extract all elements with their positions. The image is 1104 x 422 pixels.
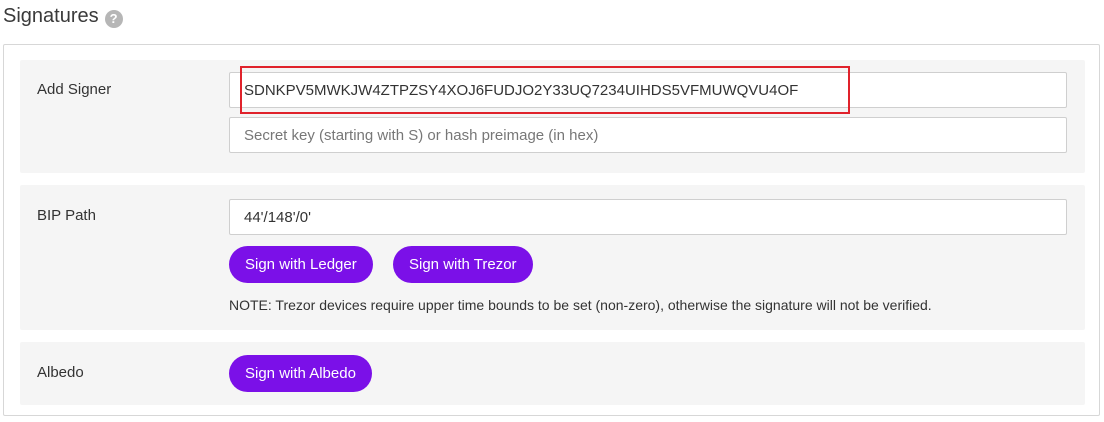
sign-with-ledger-button[interactable]: Sign with Ledger (229, 246, 373, 283)
add-signer-row: Add Signer (20, 60, 1085, 173)
albedo-row: Albedo Sign with Albedo (20, 342, 1085, 405)
bip-path-input[interactable] (229, 199, 1067, 235)
help-icon[interactable]: ? (104, 9, 123, 28)
trezor-note: NOTE: Trezor devices require upper time … (229, 297, 932, 313)
section-title: Signatures (3, 5, 99, 27)
bip-path-label: BIP Path (37, 207, 96, 224)
bip-path-row: BIP Path Sign with Ledger Sign with Trez… (20, 185, 1085, 330)
add-signer-label: Add Signer (37, 81, 112, 98)
albedo-label: Albedo (37, 364, 84, 381)
signer-key-input[interactable] (229, 72, 1067, 108)
new-signer-input[interactable] (229, 117, 1067, 153)
sign-with-trezor-button[interactable]: Sign with Trezor (393, 246, 533, 283)
section-heading: Signatures ? (3, 5, 123, 28)
sign-with-albedo-button[interactable]: Sign with Albedo (229, 355, 372, 392)
signatures-panel: Add Signer BIP Path Sign with Ledger Sig… (3, 44, 1100, 416)
